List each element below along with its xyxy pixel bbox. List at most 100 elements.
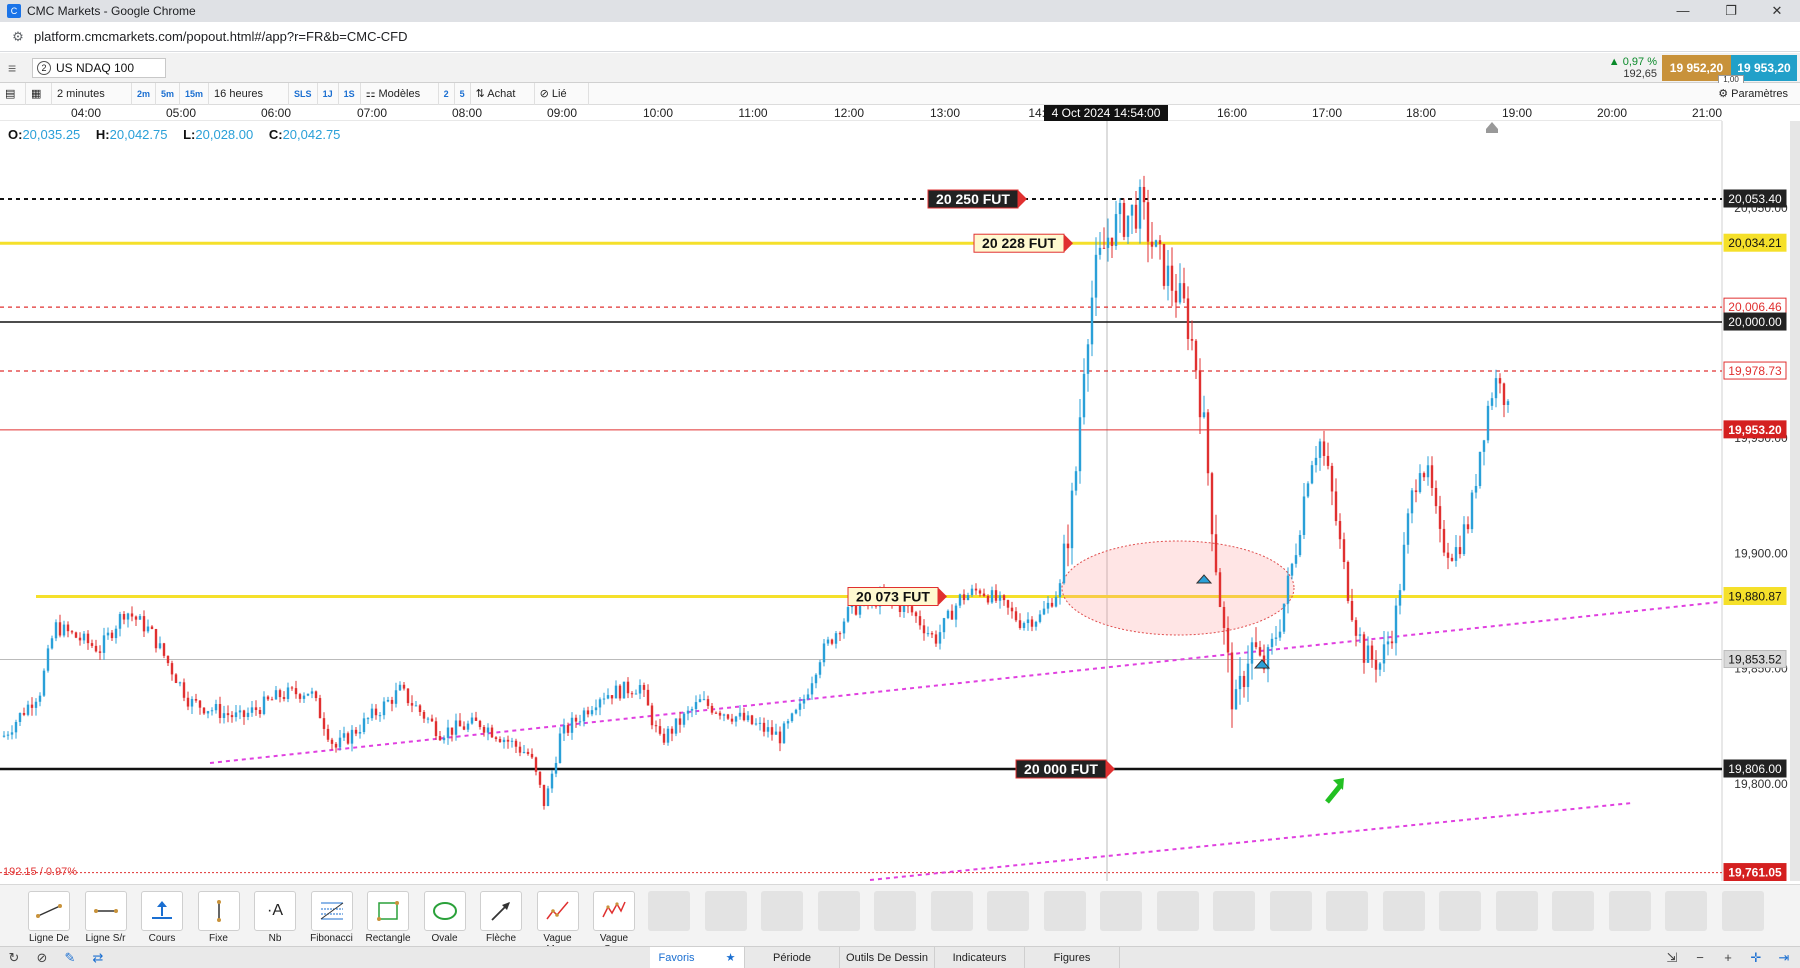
highlight-oval[interactable] <box>1061 540 1295 636</box>
interval-2m-button[interactable]: 2m <box>132 82 157 105</box>
settings-button[interactable]: ⚙ Paramètres <box>1718 83 1788 105</box>
layout-icon[interactable]: ▤ <box>0 82 26 105</box>
empty-tool-slot[interactable] <box>1552 891 1594 931</box>
empty-tool-slot[interactable] <box>874 891 916 931</box>
url-field[interactable]: platform.cmcmarkets.com/popout.html#/app… <box>34 29 408 44</box>
hamburger-menu-icon[interactable]: ≡ <box>8 60 24 76</box>
candle-body <box>1306 483 1310 497</box>
status-bar: ↻ ⊘ ✎ ⇄ Favoris ★ Période Outils De Dess… <box>0 946 1800 968</box>
empty-tool-slot[interactable] <box>1439 891 1481 931</box>
tab-outils-de-dessin[interactable]: Outils De Dessin <box>840 947 935 968</box>
empty-tool-slot[interactable] <box>987 891 1029 931</box>
tool-label: Nb <box>268 933 282 944</box>
candle-body <box>206 711 210 714</box>
tab-periode[interactable]: Période <box>745 947 840 968</box>
empty-tool-slot[interactable] <box>930 891 973 931</box>
empty-tool-slot[interactable] <box>761 891 803 931</box>
trendline-lower[interactable] <box>869 802 1633 881</box>
range-1s-button[interactable]: 1S <box>339 82 361 105</box>
grid-icon[interactable]: ▦ <box>26 82 52 105</box>
empty-tool-slot[interactable] <box>1156 891 1199 931</box>
empty-tool-slot[interactable] <box>1100 891 1142 931</box>
link-toggle[interactable]: ⊘ Lié <box>535 82 589 105</box>
crosshair-icon[interactable]: ✛ <box>1748 950 1764 966</box>
line-count-5-button[interactable]: 5 <box>455 82 471 105</box>
range-dropdown[interactable]: 16 heures <box>209 82 290 105</box>
fut-annotation-tag[interactable]: 20 000 FUT <box>1015 759 1115 779</box>
candle-body <box>1070 490 1074 549</box>
fut-annotation-tag[interactable]: 20 228 FUT <box>973 233 1073 253</box>
candle-body <box>182 682 186 698</box>
fut-annotation-tag[interactable]: 20 250 FUT <box>927 189 1027 209</box>
empty-tool-slot[interactable] <box>1043 891 1086 931</box>
tool-rectangle[interactable]: Rectangle <box>363 891 413 944</box>
interval-5m-button[interactable]: 5m <box>156 82 181 105</box>
candle-body <box>1038 614 1042 622</box>
candle-body <box>1402 544 1406 591</box>
candle-body <box>370 708 374 719</box>
ohlc-readout: O:20,035.25 H:20,042.75 L:20,028.00 C:20… <box>8 127 352 142</box>
fit-icon[interactable]: ⇲ <box>1664 950 1680 966</box>
sls-button[interactable]: SLS <box>289 82 318 105</box>
empty-tool-slot[interactable] <box>1665 891 1707 931</box>
tab-figures[interactable]: Figures <box>1025 947 1120 968</box>
tool-fibonacci[interactable]: Fibonacci <box>307 891 357 944</box>
empty-tool-slot[interactable] <box>648 891 690 931</box>
cmc-favicon-icon: C <box>7 4 21 18</box>
tool-fixed[interactable]: Fixe <box>194 891 244 944</box>
restore-button[interactable]: ❐ <box>1708 0 1754 22</box>
fut-annotation-tag[interactable]: 20 073 FUT <box>847 587 947 607</box>
wave-icon <box>536 891 579 931</box>
candle-body <box>950 610 954 620</box>
interval-dropdown[interactable]: 2 minutes <box>52 82 132 105</box>
tool-note[interactable]: ·A Nb <box>250 891 300 944</box>
instrument-selector[interactable]: 2 US NDAQ 100 <box>32 58 166 78</box>
interval-15m-button[interactable]: 15m <box>180 82 210 105</box>
timeline-marker-icon[interactable] <box>1486 122 1498 133</box>
empty-tool-slot[interactable] <box>1269 891 1312 931</box>
tool-arrow[interactable]: Flèche <box>476 891 526 944</box>
candle-body <box>278 690 282 698</box>
tab-favoris[interactable]: Favoris ★ <box>650 947 745 968</box>
candle-body <box>530 753 534 758</box>
candle-body <box>26 704 30 715</box>
empty-tool-slot[interactable] <box>1213 891 1255 931</box>
empty-tool-slot[interactable] <box>1608 891 1651 931</box>
zoom-out-icon[interactable]: − <box>1692 950 1708 966</box>
tool-sr-line[interactable]: Ligne S/r <box>81 891 131 944</box>
pencil-icon[interactable]: ✎ <box>62 950 78 966</box>
range-1j-button[interactable]: 1J <box>318 82 339 105</box>
cancel-icon[interactable]: ⊘ <box>34 950 50 966</box>
site-settings-icon[interactable]: ⚙ <box>10 29 26 45</box>
zoom-in-icon[interactable]: + <box>1720 950 1736 966</box>
empty-tool-slot[interactable] <box>1721 891 1764 931</box>
refresh-icon[interactable]: ↻ <box>6 950 22 966</box>
empty-tool-slot[interactable] <box>704 891 747 931</box>
tool-price[interactable]: Cours <box>137 891 187 944</box>
candle-body <box>1094 254 1098 298</box>
close-button[interactable]: ✕ <box>1754 0 1800 22</box>
buy-toggle[interactable]: ⇅ Achat <box>471 82 535 105</box>
empty-tool-slot[interactable] <box>1495 891 1538 931</box>
candle-body <box>506 739 510 742</box>
candle-body <box>1114 214 1118 246</box>
templates-button[interactable]: ⚏ Modèles <box>361 82 439 105</box>
green-arrow-icon[interactable] <box>1325 784 1342 804</box>
empty-tool-slot[interactable] <box>1326 891 1368 931</box>
candle-body <box>942 618 946 633</box>
tab-indicateurs[interactable]: Indicateurs <box>935 947 1025 968</box>
candle-body <box>1274 637 1278 639</box>
candle-body <box>1082 373 1086 418</box>
empty-tool-slot[interactable] <box>817 891 860 931</box>
empty-tool-slot[interactable] <box>1382 891 1425 931</box>
scroll-end-icon[interactable]: ⇥ <box>1776 950 1792 966</box>
candle-body <box>298 694 302 699</box>
candle-body <box>154 629 158 649</box>
tool-oval[interactable]: Ovale <box>420 891 470 944</box>
magnet-icon[interactable]: ⇄ <box>90 950 106 966</box>
minimize-button[interactable]: — <box>1660 0 1706 22</box>
line-count-2-button[interactable]: 2 <box>439 82 455 105</box>
candle-body <box>662 733 666 743</box>
price-chart[interactable]: 20 250 FUT 20 228 FUT 20 073 FUT 20 000 FUT… <box>0 121 1800 881</box>
candle-body <box>1482 440 1486 452</box>
